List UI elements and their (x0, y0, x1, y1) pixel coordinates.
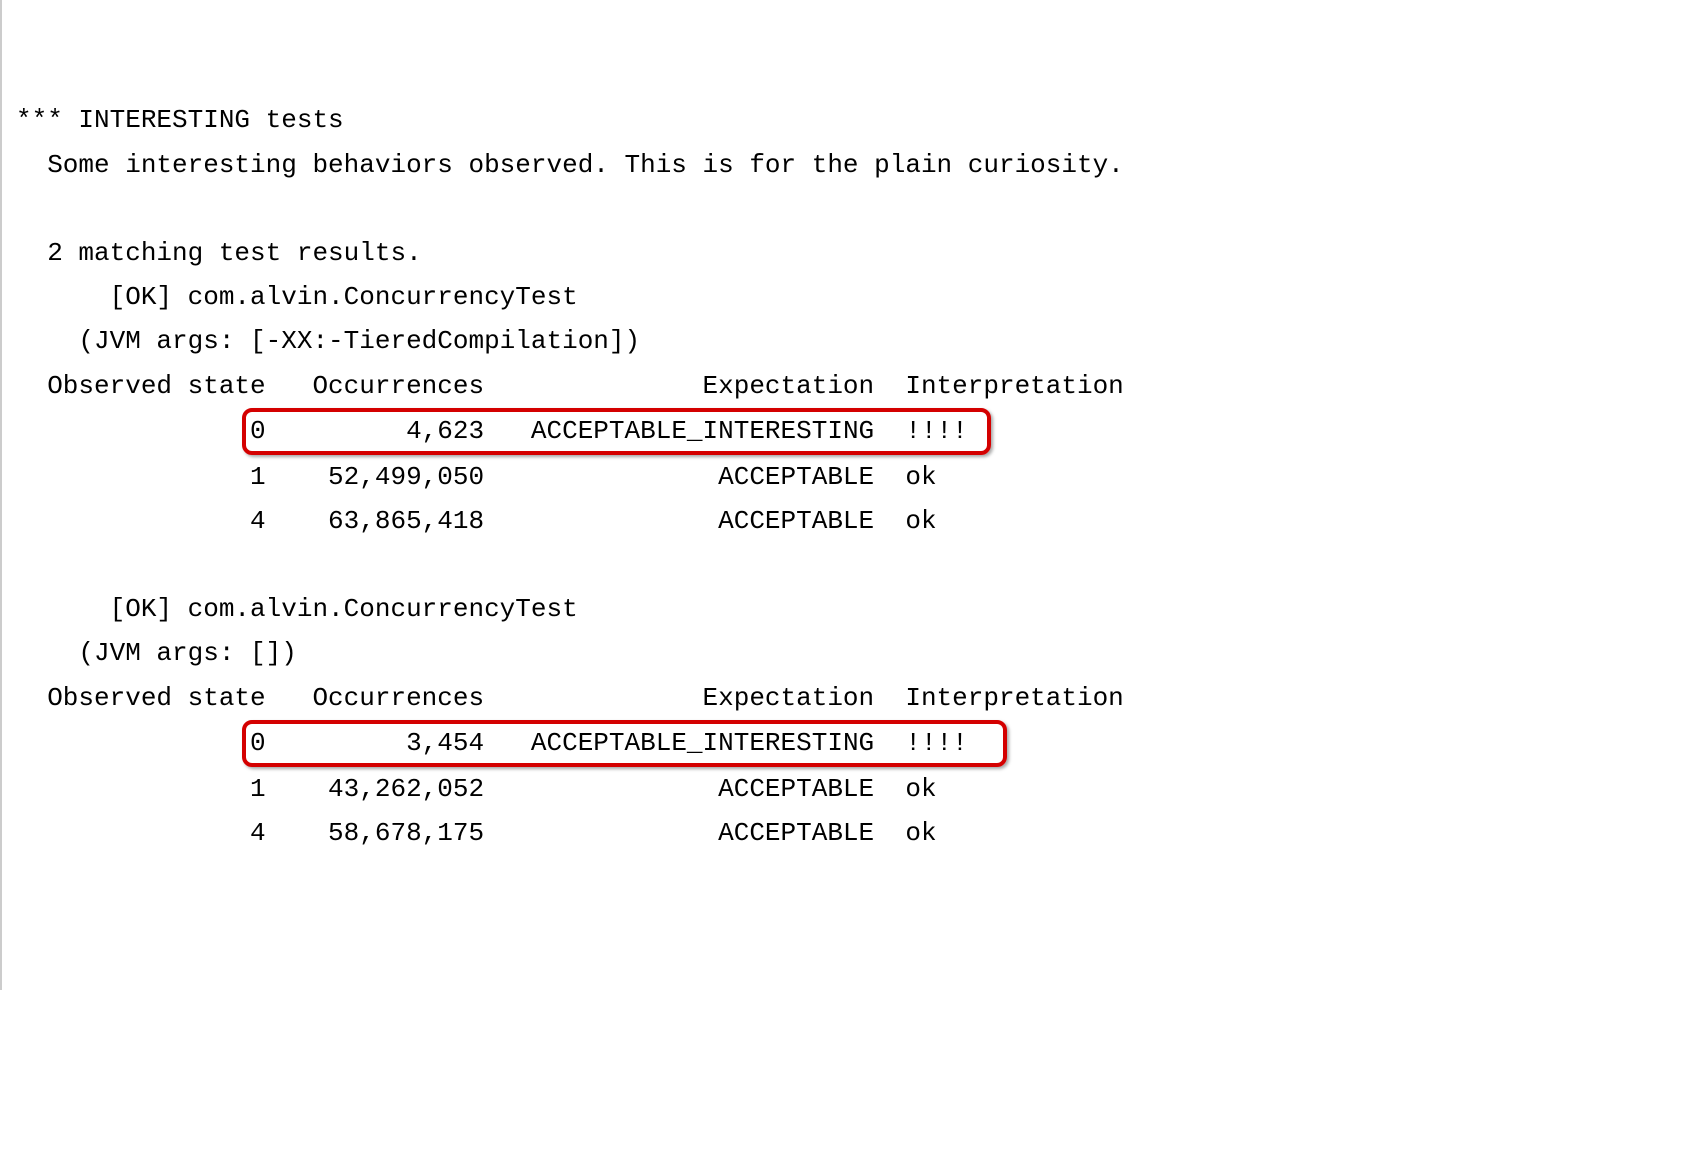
test2-title: [OK] com.alvin.ConcurrencyTest (16, 594, 578, 624)
description-line: Some interesting behaviors observed. Thi… (16, 150, 1124, 180)
test1-args: (JVM args: [-XX:-TieredCompilation]) (16, 326, 640, 356)
test2-row0-body: 0 3,454 ACCEPTABLE_INTERESTING !!!! (250, 728, 999, 758)
test2-row1: 1 43,262,052 ACCEPTABLE ok (16, 774, 937, 804)
header-line: *** INTERESTING tests (16, 105, 344, 135)
test1-row0-highlight: 0 4,623 ACCEPTABLE_INTERESTING !!!! (242, 408, 991, 455)
test2-header-row: Observed state Occurrences Expectation I… (16, 683, 1124, 713)
matching-count: 2 matching test results. (16, 238, 422, 268)
test1-row0-body: 0 4,623 ACCEPTABLE_INTERESTING !!!! (250, 416, 983, 446)
test2-args: (JVM args: []) (16, 638, 297, 668)
test1-header-row: Observed state Occurrences Expectation I… (16, 371, 1124, 401)
test1-row2: 4 63,865,418 ACCEPTABLE ok (16, 506, 937, 536)
test1-title: [OK] com.alvin.ConcurrencyTest (16, 282, 578, 312)
test2-row0-pad (16, 728, 250, 758)
test2-row2: 4 58,678,175 ACCEPTABLE ok (16, 818, 937, 848)
test1-row0-pad (16, 416, 250, 446)
test-output: *** INTERESTING tests Some interesting b… (2, 54, 1686, 855)
test1-row1: 1 52,499,050 ACCEPTABLE ok (16, 462, 937, 492)
test2-row0-highlight: 0 3,454 ACCEPTABLE_INTERESTING !!!! (242, 720, 1007, 767)
